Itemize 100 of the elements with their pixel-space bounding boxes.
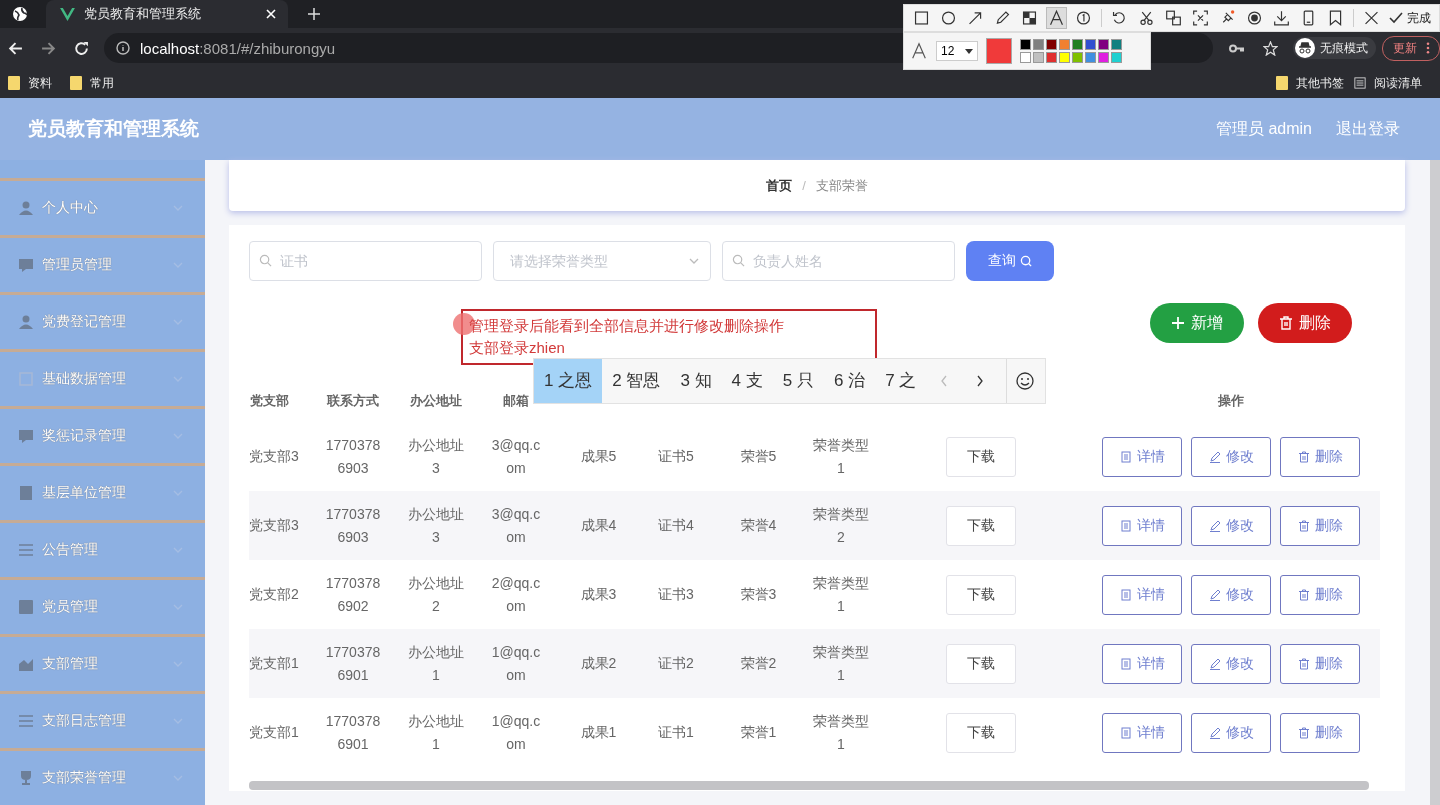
color-swatch[interactable] xyxy=(1059,52,1070,63)
edit-button[interactable]: 修改 xyxy=(1191,505,1271,546)
font-size-select[interactable]: 12 xyxy=(936,41,978,61)
download-tool-icon[interactable] xyxy=(1271,8,1291,28)
breadcrumb-item[interactable]: 首页 xyxy=(766,176,793,195)
circle-tool-icon[interactable] xyxy=(939,8,958,28)
color-swatch[interactable] xyxy=(1085,39,1096,50)
back-icon[interactable] xyxy=(8,40,23,56)
sidebar-item[interactable]: 支部荣誉管理 xyxy=(0,748,205,805)
pencil-icon xyxy=(1208,726,1221,739)
bookmark-folder[interactable]: 资料 xyxy=(8,74,52,92)
current-color-swatch[interactable] xyxy=(986,38,1012,64)
close-icon[interactable] xyxy=(266,9,276,19)
chevron-icon xyxy=(173,775,183,781)
download-button[interactable]: 下载 xyxy=(946,574,1016,615)
new-tab-icon[interactable] xyxy=(308,8,320,20)
chevron-icon xyxy=(173,319,183,325)
color-swatch[interactable] xyxy=(1046,39,1057,50)
star-icon[interactable] xyxy=(1263,40,1278,56)
row-delete-button[interactable]: 删除 xyxy=(1280,712,1360,753)
color-swatch[interactable] xyxy=(1046,52,1057,63)
sidebar-item[interactable]: 支部日志管理 xyxy=(0,691,205,748)
sidebar-item[interactable]: 管理员管理 xyxy=(0,235,205,292)
sidebar-item[interactable]: 党员管理 xyxy=(0,577,205,634)
sidebar-item[interactable]: 公告管理 xyxy=(0,520,205,577)
color-swatch[interactable] xyxy=(1111,52,1122,63)
sidebar-item[interactable]: 奖惩记录管理 xyxy=(0,406,205,463)
row-delete-button[interactable]: 删除 xyxy=(1280,574,1360,615)
number-tool-icon[interactable] xyxy=(1074,8,1093,28)
download-button[interactable]: 下载 xyxy=(946,505,1016,546)
download-button[interactable]: 下载 xyxy=(946,712,1016,753)
color-swatch[interactable] xyxy=(1111,39,1122,50)
text-tool-icon[interactable] xyxy=(1047,8,1066,28)
bookmark-item[interactable]: 阅读清单 xyxy=(1354,74,1422,92)
add-button[interactable]: 新增 xyxy=(1150,303,1244,343)
incognito-indicator[interactable]: 无痕模式 xyxy=(1293,37,1376,59)
next-page-icon[interactable] xyxy=(976,375,985,387)
row-delete-button[interactable]: 删除 xyxy=(1280,436,1360,477)
chevron-icon xyxy=(173,604,183,610)
query-button[interactable]: 查询 xyxy=(966,241,1054,281)
ime-candidate[interactable]: 3 知 xyxy=(670,359,722,403)
globe-icon[interactable] xyxy=(12,6,28,22)
bookmark-item[interactable]: 其他书签 xyxy=(1276,74,1344,92)
detail-button[interactable]: 详情 xyxy=(1102,505,1182,546)
rect-tool-icon[interactable] xyxy=(912,8,931,28)
download-button[interactable]: 下载 xyxy=(946,643,1016,684)
certificate-search-field[interactable]: 证书 xyxy=(249,241,482,281)
row-delete-button[interactable]: 删除 xyxy=(1280,643,1360,684)
color-swatch[interactable] xyxy=(1098,39,1109,50)
horizontal-scrollbar[interactable] xyxy=(249,781,1369,790)
detail-button[interactable]: 详情 xyxy=(1102,436,1182,477)
sidebar-item[interactable]: 支部管理 xyxy=(0,634,205,691)
detail-button[interactable]: 详情 xyxy=(1102,574,1182,615)
pencil-icon xyxy=(1208,450,1221,463)
emoji-icon[interactable] xyxy=(1015,371,1036,391)
color-swatch[interactable] xyxy=(1072,39,1083,50)
reload-icon[interactable] xyxy=(74,40,89,56)
ime-candidate[interactable]: 2 智恩 xyxy=(602,359,671,403)
ime-candidate[interactable]: 4 支 xyxy=(721,359,773,403)
translate-tool-icon[interactable] xyxy=(1163,8,1183,28)
edit-button[interactable]: 修改 xyxy=(1191,712,1271,753)
mosaic-tool-icon[interactable] xyxy=(1020,8,1039,28)
ocr-tool-icon[interactable] xyxy=(1190,8,1210,28)
color-swatch[interactable] xyxy=(1059,39,1070,50)
edit-button[interactable]: 修改 xyxy=(1191,574,1271,615)
table-cell-text: 党支部1 xyxy=(249,654,299,673)
edit-button[interactable]: 修改 xyxy=(1191,643,1271,684)
color-swatch[interactable] xyxy=(1033,39,1044,50)
detail-button[interactable]: 详情 xyxy=(1102,712,1182,753)
color-swatch[interactable] xyxy=(1085,52,1096,63)
folder-icon xyxy=(8,76,20,90)
color-swatch[interactable] xyxy=(1020,52,1031,63)
vertical-scrollbar[interactable] xyxy=(1430,160,1440,805)
ime-candidate[interactable]: 1 之恩 xyxy=(534,359,603,403)
color-swatch[interactable] xyxy=(1033,52,1044,63)
color-swatch[interactable] xyxy=(1072,52,1083,63)
row-delete-button[interactable]: 删除 xyxy=(1280,505,1360,546)
ime-candidate[interactable]: 6 治 xyxy=(823,359,876,403)
done-button[interactable]: 完成 xyxy=(1388,9,1431,27)
column-header: 操作 xyxy=(1218,393,1244,408)
delete-button[interactable]: 删除 xyxy=(1258,303,1352,343)
color-swatch[interactable] xyxy=(1098,52,1109,63)
ime-candidate[interactable]: 5 只 xyxy=(772,359,824,403)
ime-candidate[interactable]: 7 之 xyxy=(875,359,927,403)
detail-button[interactable]: 详情 xyxy=(1102,643,1182,684)
forward-icon[interactable] xyxy=(41,40,56,56)
sidebar-item[interactable]: 党费登记管理 xyxy=(0,292,205,349)
sidebar-item[interactable]: 基础数据管理 xyxy=(0,349,205,406)
honor-type-select[interactable]: 请选择荣誉类型 xyxy=(493,241,711,281)
leader-search-field[interactable]: 负责人姓名 xyxy=(722,241,955,281)
sidebar-item[interactable]: 个人中心 xyxy=(0,178,205,235)
vue-logo-icon xyxy=(60,7,75,21)
bookmark-folder[interactable]: 常用 xyxy=(70,74,114,92)
sidebar-item[interactable]: 基层单位管理 xyxy=(0,463,205,520)
more-icon[interactable] xyxy=(1426,42,1430,54)
browser-tab[interactable]: 党员教育和管理系统 xyxy=(46,0,288,28)
edit-button[interactable]: 修改 xyxy=(1191,436,1271,477)
logout-link[interactable]: 退出登录 xyxy=(1336,118,1400,140)
download-button[interactable]: 下载 xyxy=(946,436,1016,477)
color-swatch[interactable] xyxy=(1020,39,1031,50)
